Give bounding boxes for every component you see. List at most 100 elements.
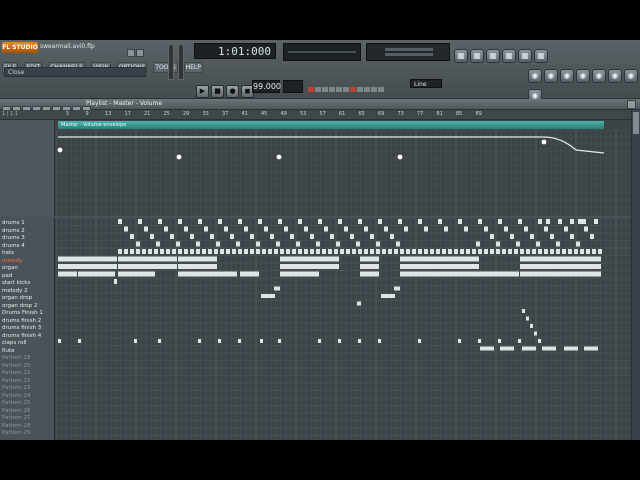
pattern-clip[interactable] (164, 226, 168, 232)
pattern-clip[interactable] (384, 226, 388, 232)
pattern-clip[interactable] (412, 249, 416, 254)
pattern-clip[interactable] (324, 226, 328, 232)
pattern-clip[interactable] (280, 256, 339, 262)
pattern-clip[interactable] (250, 249, 254, 254)
pattern-clip[interactable] (134, 339, 137, 343)
pattern-clip[interactable] (542, 346, 556, 351)
pattern-clip[interactable] (532, 249, 536, 254)
pattern-clip[interactable] (564, 226, 568, 232)
track-name[interactable]: drums 4 (2, 243, 25, 250)
pattern-clip[interactable] (594, 219, 598, 224)
pattern-clip[interactable] (196, 249, 200, 254)
pattern-clip[interactable] (381, 294, 395, 298)
pattern-clip[interactable] (524, 226, 528, 232)
record-icon[interactable]: ◉ (544, 69, 558, 83)
song-time-display[interactable]: 1:01:000 (194, 43, 276, 59)
pattern-clip[interactable] (500, 346, 514, 351)
pattern-clip[interactable] (58, 339, 61, 343)
pattern-clip[interactable] (216, 241, 220, 247)
pattern-clip[interactable] (478, 249, 482, 254)
snap-icon[interactable]: ◉ (560, 69, 574, 83)
plugin-icon[interactable]: ▦ (534, 49, 548, 63)
pattern-clip[interactable] (448, 249, 452, 254)
mode-toggle[interactable] (322, 87, 328, 92)
pattern-clip[interactable] (278, 219, 282, 224)
pattern-clip[interactable] (334, 249, 338, 254)
pattern-clip[interactable] (130, 249, 134, 254)
pattern-clip[interactable] (550, 234, 554, 239)
pattern-clip[interactable] (298, 219, 302, 224)
pattern-clip[interactable] (508, 249, 512, 254)
pattern-clip[interactable] (400, 264, 479, 269)
pattern-clip[interactable] (400, 256, 479, 262)
pattern-clip[interactable] (278, 339, 281, 343)
pattern-clip[interactable] (526, 249, 530, 254)
pattern-clip[interactable] (522, 346, 536, 351)
pattern-clip[interactable] (490, 249, 494, 254)
pattern-clip[interactable] (598, 249, 602, 254)
mode-toggle[interactable] (357, 87, 363, 92)
pattern-clip[interactable] (178, 264, 201, 269)
pattern-clip[interactable] (346, 249, 350, 254)
mode-toggle[interactable] (336, 87, 342, 92)
pattern-clip[interactable] (226, 249, 230, 254)
automation-point[interactable] (57, 147, 63, 153)
pattern-clip[interactable] (586, 249, 590, 254)
pattern-clip[interactable] (438, 219, 442, 224)
track-name[interactable]: Pattern 19 (2, 355, 31, 362)
pattern-clip[interactable] (172, 249, 176, 254)
pattern-clip[interactable] (336, 241, 340, 247)
playlist-close-icon[interactable] (627, 100, 636, 109)
pattern-clip[interactable] (304, 249, 308, 254)
pattern-clip[interactable] (454, 249, 458, 254)
pattern-clip[interactable] (378, 339, 381, 343)
pattern-clip[interactable] (522, 309, 525, 313)
pattern-clip[interactable] (578, 219, 582, 224)
pattern-clip[interactable] (478, 219, 482, 224)
pattern-clip[interactable] (58, 264, 117, 269)
pattern-clip[interactable] (390, 234, 394, 239)
pattern-clip[interactable] (418, 339, 421, 343)
pattern-clip[interactable] (430, 249, 434, 254)
pattern-clip[interactable] (406, 249, 410, 254)
pattern-clip[interactable] (370, 249, 374, 254)
track-name[interactable]: Drums Finish 1 (2, 310, 43, 317)
pattern-clip[interactable] (198, 339, 201, 343)
track-name[interactable]: hats (2, 250, 14, 257)
snap-selector[interactable]: Line (410, 79, 442, 88)
fl-studio-logo[interactable]: FL STUDIO (2, 42, 38, 53)
pattern-clip[interactable] (356, 241, 360, 247)
pattern-clip[interactable] (156, 241, 160, 247)
mode-buttons[interactable] (308, 78, 388, 130)
mode-toggle[interactable] (364, 87, 370, 92)
vertical-scrollbar[interactable] (631, 110, 640, 440)
pattern-clip[interactable] (230, 234, 234, 239)
pattern-clip[interactable] (498, 339, 501, 343)
pattern-clip[interactable] (114, 279, 117, 284)
pattern-clip[interactable] (144, 226, 148, 232)
pattern-clip[interactable] (261, 294, 275, 298)
automation-point[interactable] (397, 154, 403, 160)
pattern-clip[interactable] (262, 249, 266, 254)
pattern-clip[interactable] (244, 226, 248, 232)
pattern-clip[interactable] (78, 271, 115, 277)
pattern-clip[interactable] (310, 234, 314, 239)
track-name[interactable]: Pattern 26 (2, 408, 31, 415)
pattern-clip[interactable] (510, 234, 514, 239)
pattern-clip[interactable] (280, 271, 319, 277)
pattern-clip[interactable] (520, 271, 601, 277)
pattern-clip[interactable] (436, 249, 440, 254)
play-button[interactable]: ▶ (196, 85, 209, 98)
pattern-clip[interactable] (270, 234, 274, 239)
pattern-clip[interactable] (376, 249, 380, 254)
pattern-clip[interactable] (496, 249, 500, 254)
pattern-clip[interactable] (352, 249, 356, 254)
track-name[interactable]: Pattern 27 (2, 415, 31, 422)
channels-icon[interactable]: ▦ (470, 49, 484, 63)
pattern-clip[interactable] (518, 339, 521, 343)
pattern-clip[interactable] (240, 271, 259, 277)
pattern-clip[interactable] (570, 219, 574, 224)
pattern-clip[interactable] (244, 249, 248, 254)
pattern-clip[interactable] (220, 249, 224, 254)
pattern-clip[interactable] (564, 346, 578, 351)
